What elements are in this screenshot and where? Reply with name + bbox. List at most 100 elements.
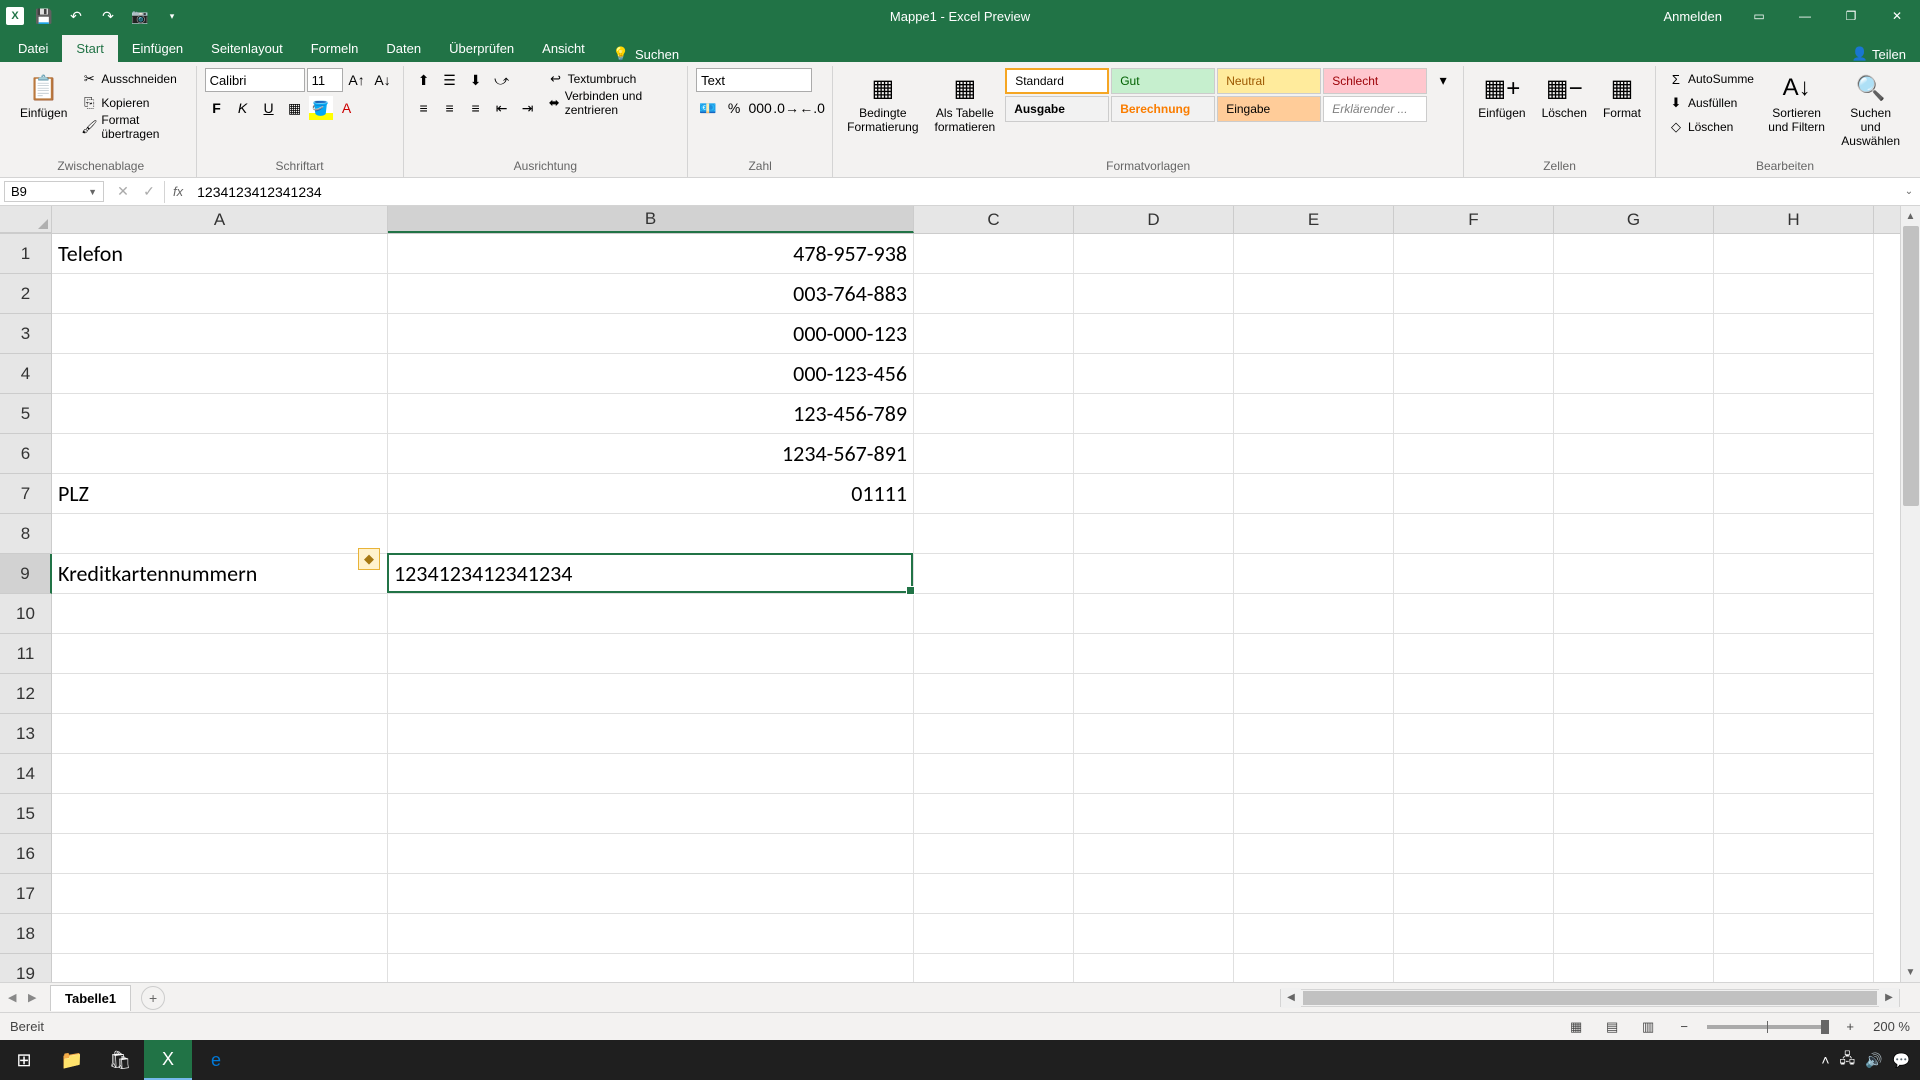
style-schlecht[interactable]: Schlecht <box>1323 68 1427 94</box>
col-header-B[interactable]: B <box>388 206 914 233</box>
cell-D17[interactable] <box>1074 874 1234 914</box>
row-header-3[interactable]: 3 <box>0 314 52 354</box>
add-sheet-button[interactable]: + <box>141 986 165 1010</box>
cell-F12[interactable] <box>1394 674 1554 714</box>
cell-A13[interactable] <box>52 714 388 754</box>
scroll-down-icon[interactable]: ▼ <box>1901 962 1920 982</box>
cell-F11[interactable] <box>1394 634 1554 674</box>
cell-B1[interactable]: 478-957-938 <box>388 234 914 274</box>
align-left-icon[interactable]: ≡ <box>412 96 436 120</box>
maximize-button[interactable]: ❐ <box>1828 0 1874 32</box>
cell-G5[interactable] <box>1554 394 1714 434</box>
style-eingabe[interactable]: Eingabe <box>1217 96 1321 122</box>
clear-button[interactable]: ◇Löschen <box>1664 116 1758 138</box>
cell-B2[interactable]: 003-764-883 <box>388 274 914 314</box>
formula-input[interactable] <box>191 182 1898 202</box>
cell-B7[interactable]: 01111 <box>388 474 914 514</box>
scroll-up-icon[interactable]: ▲ <box>1901 206 1920 226</box>
cell-B5[interactable]: 123-456-789 <box>388 394 914 434</box>
cell-G8[interactable] <box>1554 514 1714 554</box>
scroll-thumb[interactable] <box>1303 991 1877 1005</box>
chevron-down-icon[interactable]: ▼ <box>88 187 97 197</box>
cell-A3[interactable] <box>52 314 388 354</box>
style-standard[interactable]: Standard <box>1005 68 1109 94</box>
row-header-18[interactable]: 18 <box>0 914 52 954</box>
row-header-10[interactable]: 10 <box>0 594 52 634</box>
zoom-in-button[interactable]: + <box>1837 1017 1863 1037</box>
tab-view[interactable]: Ansicht <box>528 35 599 62</box>
scroll-thumb[interactable] <box>1903 226 1919 506</box>
cell-E5[interactable] <box>1234 394 1394 434</box>
cell-G16[interactable] <box>1554 834 1714 874</box>
cell-D7[interactable] <box>1074 474 1234 514</box>
cell-C12[interactable] <box>914 674 1074 714</box>
file-explorer-icon[interactable]: 📁 <box>48 1040 96 1080</box>
cell-G19[interactable] <box>1554 954 1714 982</box>
col-header-A[interactable]: A <box>52 206 388 233</box>
cell-G14[interactable] <box>1554 754 1714 794</box>
cell-A2[interactable] <box>52 274 388 314</box>
align-bottom-icon[interactable]: ⬇ <box>464 68 488 92</box>
cell-A14[interactable] <box>52 754 388 794</box>
cell-G10[interactable] <box>1554 594 1714 634</box>
cell-G18[interactable] <box>1554 914 1714 954</box>
cell-E15[interactable] <box>1234 794 1394 834</box>
currency-icon[interactable]: 💶 <box>696 96 720 120</box>
cell-E4[interactable] <box>1234 354 1394 394</box>
cell-C18[interactable] <box>914 914 1074 954</box>
cell-F14[interactable] <box>1394 754 1554 794</box>
row-header-5[interactable]: 5 <box>0 394 52 434</box>
cell-G1[interactable] <box>1554 234 1714 274</box>
cell-A6[interactable] <box>52 434 388 474</box>
cell-G15[interactable] <box>1554 794 1714 834</box>
share-button[interactable]: 👤 Teilen <box>1852 46 1906 62</box>
row-header-15[interactable]: 15 <box>0 794 52 834</box>
cell-B13[interactable] <box>388 714 914 754</box>
align-right-icon[interactable]: ≡ <box>464 96 488 120</box>
cells-area[interactable]: Telefon478-957-938003-764-883000-000-123… <box>52 234 1920 982</box>
zoom-slider[interactable] <box>1707 1025 1827 1029</box>
cell-B12[interactable] <box>388 674 914 714</box>
wrap-text-button[interactable]: ↩Textumbruch <box>544 68 680 90</box>
cell-D6[interactable] <box>1074 434 1234 474</box>
style-neutral[interactable]: Neutral <box>1217 68 1321 94</box>
cell-F10[interactable] <box>1394 594 1554 634</box>
align-top-icon[interactable]: ⬆ <box>412 68 436 92</box>
cell-C3[interactable] <box>914 314 1074 354</box>
increase-indent-icon[interactable]: ⇥ <box>516 96 540 120</box>
col-header-F[interactable]: F <box>1394 206 1554 233</box>
copy-button[interactable]: ⎘Kopieren <box>77 92 187 114</box>
cell-C16[interactable] <box>914 834 1074 874</box>
increase-font-icon[interactable]: A↑ <box>345 68 369 92</box>
cell-D13[interactable] <box>1074 714 1234 754</box>
cell-E2[interactable] <box>1234 274 1394 314</box>
format-cells-button[interactable]: ▦Format <box>1597 68 1647 124</box>
style-gut[interactable]: Gut <box>1111 68 1215 94</box>
cell-D14[interactable] <box>1074 754 1234 794</box>
close-button[interactable]: ✕ <box>1874 0 1920 32</box>
cell-F19[interactable] <box>1394 954 1554 982</box>
cell-H14[interactable] <box>1714 754 1874 794</box>
cell-H9[interactable] <box>1714 554 1874 594</box>
cell-D4[interactable] <box>1074 354 1234 394</box>
underline-button[interactable]: U <box>257 96 281 120</box>
style-ausgabe[interactable]: Ausgabe <box>1005 96 1109 122</box>
scroll-left-icon[interactable]: ◀ <box>1281 988 1301 1008</box>
cell-F7[interactable] <box>1394 474 1554 514</box>
cell-H10[interactable] <box>1714 594 1874 634</box>
cell-B3[interactable]: 000-000-123 <box>388 314 914 354</box>
row-header-1[interactable]: 1 <box>0 234 52 274</box>
cell-F13[interactable] <box>1394 714 1554 754</box>
cell-A1[interactable]: Telefon <box>52 234 388 274</box>
cell-A16[interactable] <box>52 834 388 874</box>
cell-D19[interactable] <box>1074 954 1234 982</box>
cell-A19[interactable] <box>52 954 388 982</box>
volume-icon[interactable]: 🔊 <box>1865 1052 1882 1069</box>
cell-D3[interactable] <box>1074 314 1234 354</box>
cell-H6[interactable] <box>1714 434 1874 474</box>
cell-E9[interactable] <box>1234 554 1394 594</box>
orientation-icon[interactable]: ⤻ <box>490 68 514 92</box>
cell-F5[interactable] <box>1394 394 1554 434</box>
excel-taskbar-icon[interactable]: X <box>144 1040 192 1080</box>
cell-C10[interactable] <box>914 594 1074 634</box>
